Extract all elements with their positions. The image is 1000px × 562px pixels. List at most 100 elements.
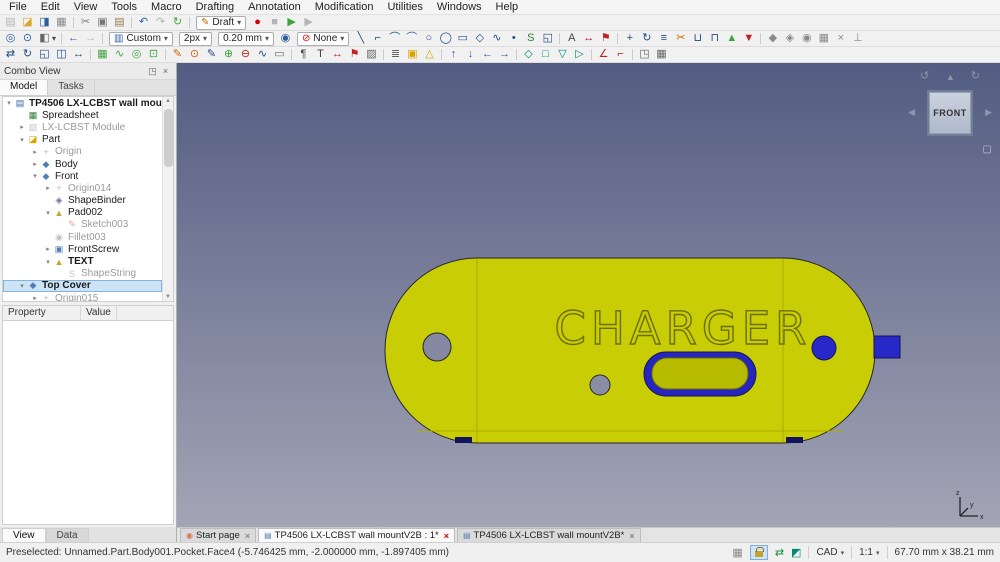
tree-item[interactable]: ▸ ▧ LX-LCBST Module — [3, 121, 162, 133]
zoom-level-selector[interactable]: 1:1 ▾ — [859, 547, 879, 558]
add-group-icon[interactable]: ▣ — [404, 47, 421, 62]
snap-intersection-icon[interactable]: × — [832, 31, 849, 46]
draft-label-icon[interactable]: ⚑ — [597, 31, 614, 46]
snap-endpoint-icon[interactable]: ◆ — [764, 31, 781, 46]
tree-scrollbar[interactable]: ▲ ▼ — [162, 97, 173, 301]
tab-document-view[interactable]: ▤ TP4506 LX-LCBST wall mountV2B : 1* × — [258, 528, 455, 542]
draft-trim-icon[interactable]: ✂ — [672, 31, 689, 46]
top-cover-hole-plug[interactable] — [811, 335, 837, 361]
nav-back-icon[interactable]: ← — [65, 31, 82, 46]
draft-point-icon[interactable]: • — [505, 31, 522, 46]
draft-offset-icon[interactable]: ≡ — [655, 31, 672, 46]
dimension-icon[interactable]: ↔ — [329, 47, 346, 62]
draft-move-icon[interactable]: + — [621, 31, 638, 46]
add-point-icon[interactable]: ⊕ — [220, 47, 237, 62]
snap-midpoint-icon[interactable]: ◈ — [781, 31, 798, 46]
tree-item[interactable]: ▾ ▲ Pad002 — [3, 207, 162, 219]
bottom-slot-right[interactable] — [786, 437, 803, 443]
tree-expander-icon[interactable]: ▾ — [17, 282, 27, 290]
tab-start-page[interactable]: ◉ Start page × — [180, 528, 257, 542]
nav-cube-front-face[interactable]: FRONT — [927, 90, 973, 136]
mount-hole-left[interactable] — [422, 332, 452, 362]
draft-join-icon[interactable]: ⊔ — [689, 31, 706, 46]
nav-forward-icon[interactable]: → — [82, 31, 99, 46]
property-table-body[interactable] — [2, 320, 174, 525]
scroll-up-icon[interactable]: ▲ — [163, 98, 173, 104]
draft-downgrade-icon[interactable]: ▼ — [740, 31, 757, 46]
pocket-slot-floor[interactable] — [651, 357, 749, 390]
close-tab-icon[interactable]: × — [629, 531, 634, 541]
tree-expander-icon[interactable]: ▾ — [4, 99, 14, 107]
paste-icon[interactable]: ▤ — [111, 15, 128, 30]
windows-tile-icon[interactable]: ▦ — [653, 47, 670, 62]
tree-item[interactable]: ▸ + Origin — [3, 146, 162, 158]
draft-arc-icon[interactable]: ⌒ — [403, 31, 420, 46]
refresh-icon[interactable]: ↻ — [169, 15, 186, 30]
modify-move-icon[interactable]: ⇄ — [2, 47, 19, 62]
menu-item[interactable]: Drafting — [189, 0, 242, 14]
bottom-slot-left[interactable] — [455, 437, 472, 443]
model-cube-icon[interactable]: ◩ — [791, 546, 801, 559]
tree-item[interactable]: ▸ + Origin014 — [3, 182, 162, 194]
annotation-style-icon[interactable]: ¶ — [295, 47, 312, 62]
tree-item[interactable]: ▸ ▣ FrontScrew — [3, 243, 162, 255]
tree-expander-icon[interactable]: ▸ — [43, 245, 53, 253]
draft-split-icon[interactable]: ⊓ — [706, 31, 723, 46]
hatch-icon[interactable]: ▨ — [363, 47, 380, 62]
shape-2d-view-icon[interactable]: ▭ — [271, 47, 288, 62]
macro-play-icon[interactable]: ▶ — [283, 15, 300, 30]
autogroup-icon[interactable]: △ — [421, 47, 438, 62]
open-file-icon[interactable]: ◪ — [19, 15, 36, 30]
fit-all-icon[interactable]: ◎ — [2, 31, 19, 46]
tree-expander-icon[interactable]: ▾ — [30, 172, 40, 180]
nav-cube-up-arrow[interactable]: ▲ — [946, 72, 955, 82]
macro-stop-icon[interactable]: ■ — [266, 15, 283, 30]
measure-angle-icon[interactable]: ∠ — [595, 47, 612, 62]
menu-item[interactable]: Utilities — [380, 0, 429, 14]
tree-item[interactable]: ▾ ◆ Top Cover — [3, 279, 162, 292]
tab-document-2[interactable]: ▤ TP4506 LX-LCBST wall mountV2B* × — [456, 528, 641, 542]
remove-point-icon[interactable]: ⊖ — [237, 47, 254, 62]
combo-view-tab[interactable]: Tasks — [48, 80, 95, 95]
menu-item[interactable]: File — [2, 0, 34, 14]
path-array-icon[interactable]: ∿ — [111, 47, 128, 62]
construction-mode-icon[interactable]: ◉ — [277, 31, 294, 46]
draft-polygon-icon[interactable]: ◇ — [471, 31, 488, 46]
modify-stretch-icon[interactable]: ↔ — [70, 47, 87, 62]
draft-text-icon[interactable]: A — [563, 31, 580, 46]
text-icon[interactable]: T — [312, 47, 329, 62]
tree-item[interactable]: ▾ ▤ TP4506 LX-LCBST wall mountV2B — [3, 97, 162, 109]
close-tab-icon[interactable]: × — [444, 531, 449, 541]
tree-expander-icon[interactable]: ▾ — [17, 136, 27, 144]
undo-icon[interactable]: ↶ — [135, 15, 152, 30]
new-file-icon[interactable]: ▤ — [2, 15, 19, 30]
menu-item[interactable]: Help — [489, 0, 526, 14]
polar-array-icon[interactable]: ◎ — [128, 47, 145, 62]
flag-icon[interactable]: ⚑ — [346, 47, 363, 62]
draft-upgrade-icon[interactable]: ▲ — [723, 31, 740, 46]
snap-center-icon[interactable]: ◉ — [798, 31, 815, 46]
rotate-cw-icon[interactable]: ↻ — [971, 69, 980, 82]
wire-to-bspline-icon[interactable]: ∿ — [254, 47, 271, 62]
tree-item[interactable]: ✎ Sketch003 — [3, 219, 162, 231]
copy-icon[interactable]: ▣ — [94, 15, 111, 30]
tree-item[interactable]: ◉ Fillet003 — [3, 231, 162, 243]
move-up-icon[interactable]: ↑ — [445, 47, 462, 62]
tree-item[interactable]: ▸ + Origin015 — [3, 292, 162, 301]
property-view-tab[interactable]: Data — [45, 528, 89, 542]
tree-expander-icon[interactable]: ▸ — [30, 160, 40, 168]
tree-expander-icon[interactable]: ▸ — [30, 148, 40, 156]
menu-item[interactable]: Windows — [430, 0, 489, 14]
view-iso-icon[interactable]: ◇ — [520, 47, 537, 62]
view-front-icon[interactable]: □ — [537, 47, 554, 62]
snap-perpendicular-icon[interactable]: ⊥ — [849, 31, 866, 46]
draft-rotate-icon[interactable]: ↻ — [638, 31, 655, 46]
select-prev-icon[interactable]: ← — [479, 47, 496, 62]
draw-style-caret-icon[interactable]: ▾ — [50, 31, 58, 46]
draft-polyline-icon[interactable]: ⌐ — [369, 31, 386, 46]
lock-toolbars-button[interactable] — [749, 545, 768, 560]
cut-icon[interactable]: ✂ — [77, 15, 94, 30]
autogroup-selector[interactable]: ⊘ None ▾ — [296, 31, 350, 46]
property-view-tab[interactable]: View — [2, 528, 46, 542]
tree-expander-icon[interactable]: ▸ — [43, 184, 53, 192]
